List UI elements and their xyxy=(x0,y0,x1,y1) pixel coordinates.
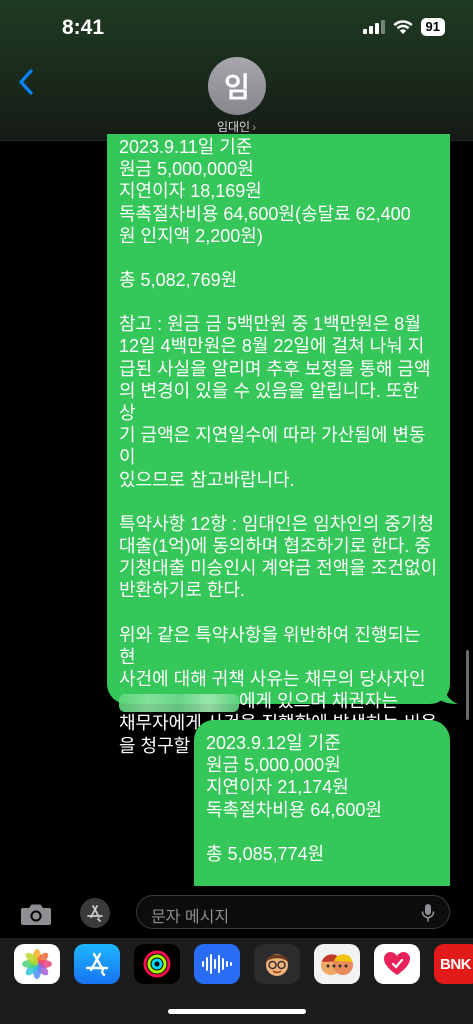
microphone-icon[interactable] xyxy=(421,903,435,923)
message-line: 지연이자 21,174원 xyxy=(206,777,349,798)
message-line: 위와 같은 특약사항을 위반하여 진행되는 현 xyxy=(119,624,426,667)
memoji-stickers-app-button[interactable] xyxy=(314,944,360,984)
message-line: 기 금액은 지연일수에 따라 가산됨에 변동이 xyxy=(119,425,426,468)
home-indicator[interactable] xyxy=(168,1009,306,1014)
photos-app-button[interactable] xyxy=(14,944,60,984)
wifi-icon xyxy=(392,19,413,34)
status-time: 8:41 xyxy=(62,16,105,39)
contact-name: 임대인 xyxy=(216,120,251,134)
message-line: 반환하기로 한다. xyxy=(119,580,245,601)
message-line: 2023.9.11일 기준 xyxy=(119,137,253,157)
bnk-app-button[interactable]: BNK xyxy=(434,944,473,984)
app-drawer: BNK xyxy=(0,938,473,1024)
voice-memos-app-button[interactable] xyxy=(194,944,240,984)
memoji-stickers-icon xyxy=(321,954,353,975)
message-line: 원금 5,000,000원 xyxy=(206,755,341,776)
message-line: 12일 4백만원은 8월 22일에 걸쳐 나눠 지 xyxy=(119,336,425,357)
digital-touch-app-button[interactable] xyxy=(374,944,420,984)
message-line: 의 변경이 있을 수 있음을 알립니다. 또한 상 xyxy=(119,380,424,424)
message-line: 특약사항 12항 : 임대인은 임차인의 중기청 xyxy=(119,513,434,534)
back-button[interactable] xyxy=(18,68,34,101)
contact-name-button[interactable]: 임대인 › xyxy=(0,118,473,135)
memoji-icon xyxy=(266,954,288,976)
message-line: 2023.9.12일 기준 xyxy=(206,733,341,753)
memoji-app-button[interactable] xyxy=(254,944,300,984)
message-input[interactable]: 문자 메시지 xyxy=(136,895,450,929)
app-store-app-button[interactable] xyxy=(74,944,120,984)
voice-memos-icon xyxy=(202,954,232,974)
message-line: 기청대출 미승인시 계약금 전액을 조건없이 xyxy=(119,558,438,579)
battery-indicator: 91 xyxy=(420,18,445,36)
activity-app-button[interactable] xyxy=(134,944,180,984)
message-line: 원 인지액 2,200원) xyxy=(119,225,263,246)
message-line: 원금 5,000,000원 xyxy=(119,159,254,180)
message-line: 사건에 대해 귀책 사유는 채무의 당사자인 xyxy=(119,669,426,690)
digital-touch-icon xyxy=(384,952,410,975)
message-line: 에게 있으며 채권자는 xyxy=(119,690,438,712)
message-line: 총 5,085,774원 xyxy=(206,843,325,864)
message-line: 참고 : 원금 금 5백만원 중 1백만원은 8월 xyxy=(119,314,421,335)
message-line: 독촉절차비용 64,600원(송달료 62,400 xyxy=(119,203,411,224)
app-store-icon xyxy=(85,952,109,977)
bubble-tail xyxy=(438,684,458,704)
chevron-right-icon: › xyxy=(252,120,257,134)
camera-icon xyxy=(21,904,51,925)
contact-avatar[interactable]: 임 xyxy=(208,57,266,115)
redacted-name xyxy=(119,693,239,712)
message-line: 총 5,082,769원 xyxy=(119,270,238,291)
message-line: 지연이자 18,169원 xyxy=(119,181,262,202)
message-line: 있으므로 참고바랍니다. xyxy=(119,469,295,490)
bnk-app-icon: BNK xyxy=(440,955,472,973)
message-line: 독촉절차비용 64,600원 xyxy=(206,799,382,820)
cellular-signal-icon xyxy=(362,20,385,34)
conversation-header: 8:41 91 임 임대인 › xyxy=(0,0,473,141)
compose-bar: 문자 메시지 xyxy=(0,886,473,938)
activity-icon xyxy=(143,950,171,978)
app-store-button[interactable] xyxy=(80,898,110,928)
chevron-left-icon xyxy=(19,69,33,95)
camera-button[interactable] xyxy=(20,902,52,931)
message-bubble-sent[interactable]: 2023.9.11일 기준 원금 5,000,000원 지연이자 18,169원… xyxy=(107,134,450,756)
message-line: 대출(1억)에 동의하며 협조하기로 한다. 중 xyxy=(119,536,431,557)
message-input-placeholder: 문자 메시지 xyxy=(151,909,230,926)
message-line: 급된 사실을 알리며 추후 보정을 통해 금액 xyxy=(119,358,431,379)
scrollbar[interactable] xyxy=(466,650,469,720)
app-store-icon xyxy=(87,905,103,922)
photos-icon xyxy=(22,949,52,979)
status-icons: 91 xyxy=(362,18,445,36)
